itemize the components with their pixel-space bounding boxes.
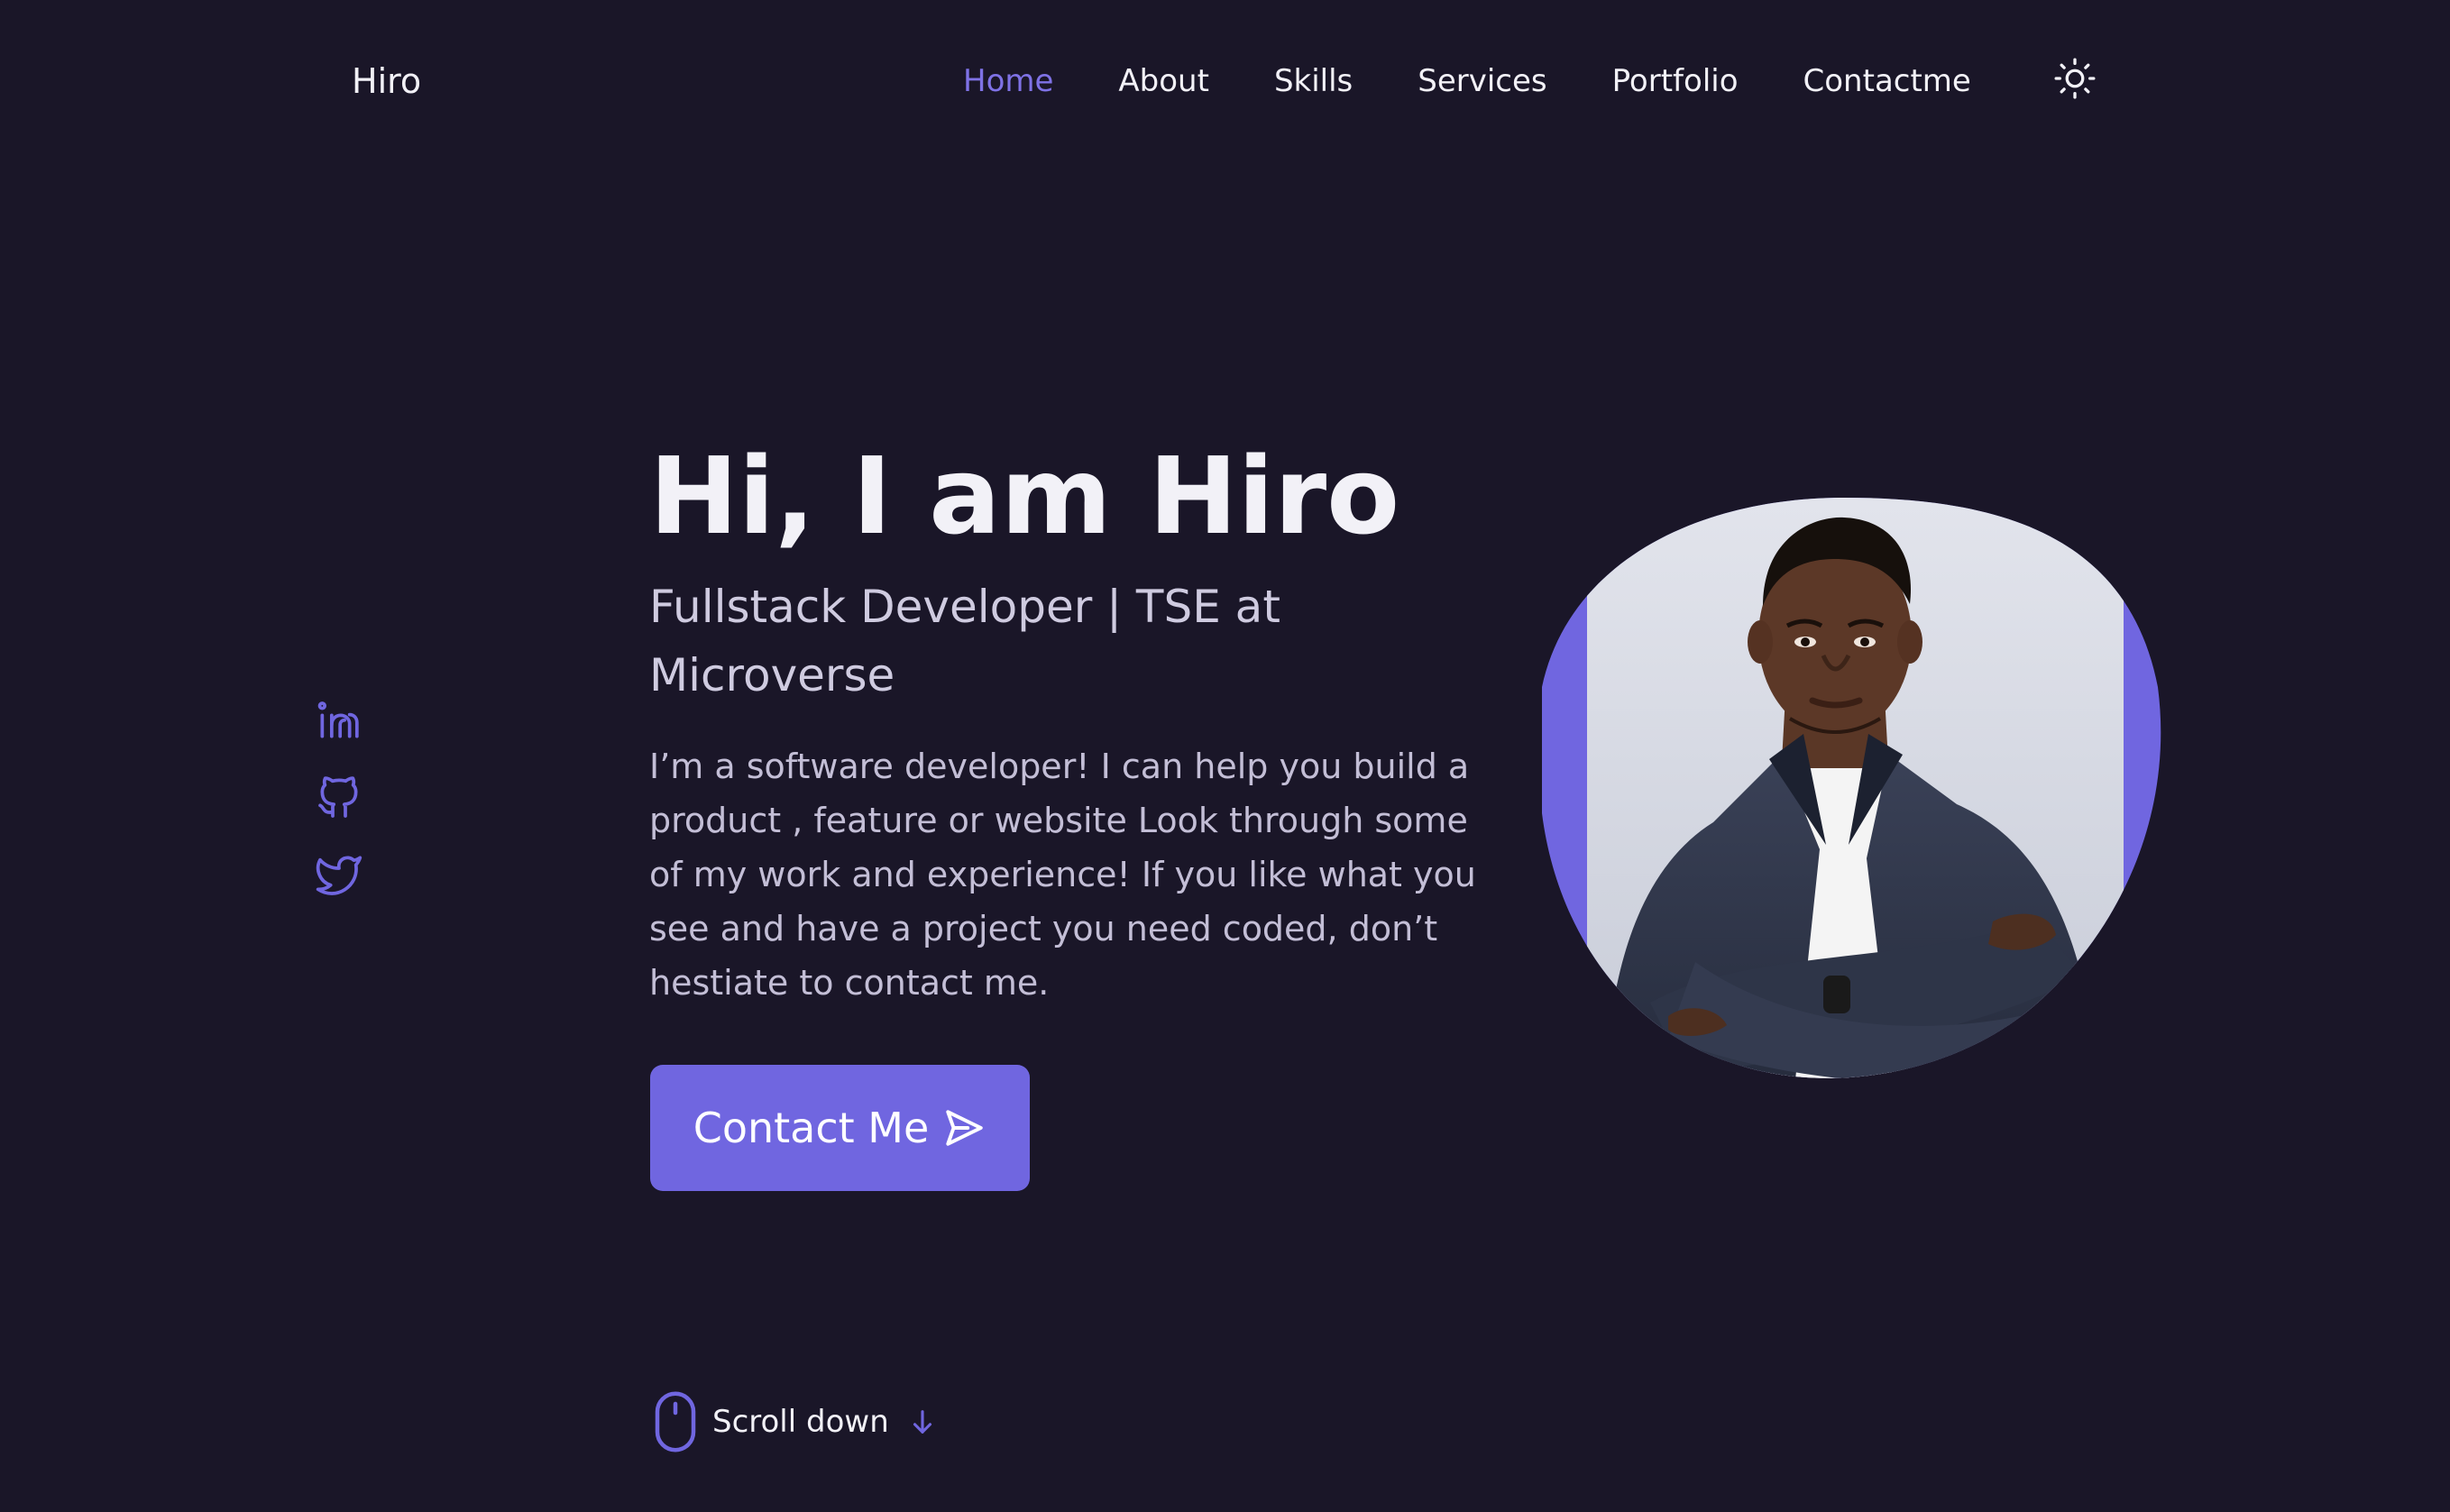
nav-item-home[interactable]: Home <box>963 56 1053 106</box>
social-links <box>314 694 364 927</box>
linkedin-link[interactable] <box>314 694 364 745</box>
nav-item-services[interactable]: Services <box>1418 56 1546 106</box>
sun-icon <box>2054 58 2096 99</box>
scroll-down-label: Scroll down <box>712 1404 889 1440</box>
github-icon <box>318 776 358 818</box>
mouse-icon <box>655 1391 696 1452</box>
nav-item-about[interactable]: About <box>1118 56 1209 106</box>
hero-title: Hi, I am Hiro <box>649 434 1400 558</box>
hero-subtitle: Fullstack Developer | TSE at Microverse <box>649 581 1280 701</box>
arrow-down-icon <box>913 1410 931 1434</box>
linkedin-icon <box>317 701 359 738</box>
nav-item-portfolio[interactable]: Portfolio <box>1612 56 1739 106</box>
twitter-icon <box>316 856 362 895</box>
page: Hiro Home About Skills Services Portfoli… <box>0 0 2450 1512</box>
send-icon <box>946 1110 984 1146</box>
twitter-link[interactable] <box>314 849 364 900</box>
theme-toggle-button[interactable] <box>2052 56 2097 101</box>
contact-me-label: Contact Me <box>693 1104 930 1152</box>
contact-me-button[interactable]: Contact Me <box>650 1065 1030 1191</box>
logo[interactable]: Hiro <box>352 56 421 106</box>
github-link[interactable] <box>314 772 364 822</box>
nav-item-contactme[interactable]: Contactme <box>1803 56 1971 106</box>
profile-photo <box>1542 498 2161 1078</box>
scroll-down-link[interactable]: Scroll down <box>653 1390 938 1453</box>
main-nav: Home About Skills Services Portfolio Con… <box>963 56 1971 106</box>
nav-item-skills[interactable]: Skills <box>1274 56 1353 106</box>
hero-description: I’m a software developer! I can help you… <box>649 747 1476 1003</box>
